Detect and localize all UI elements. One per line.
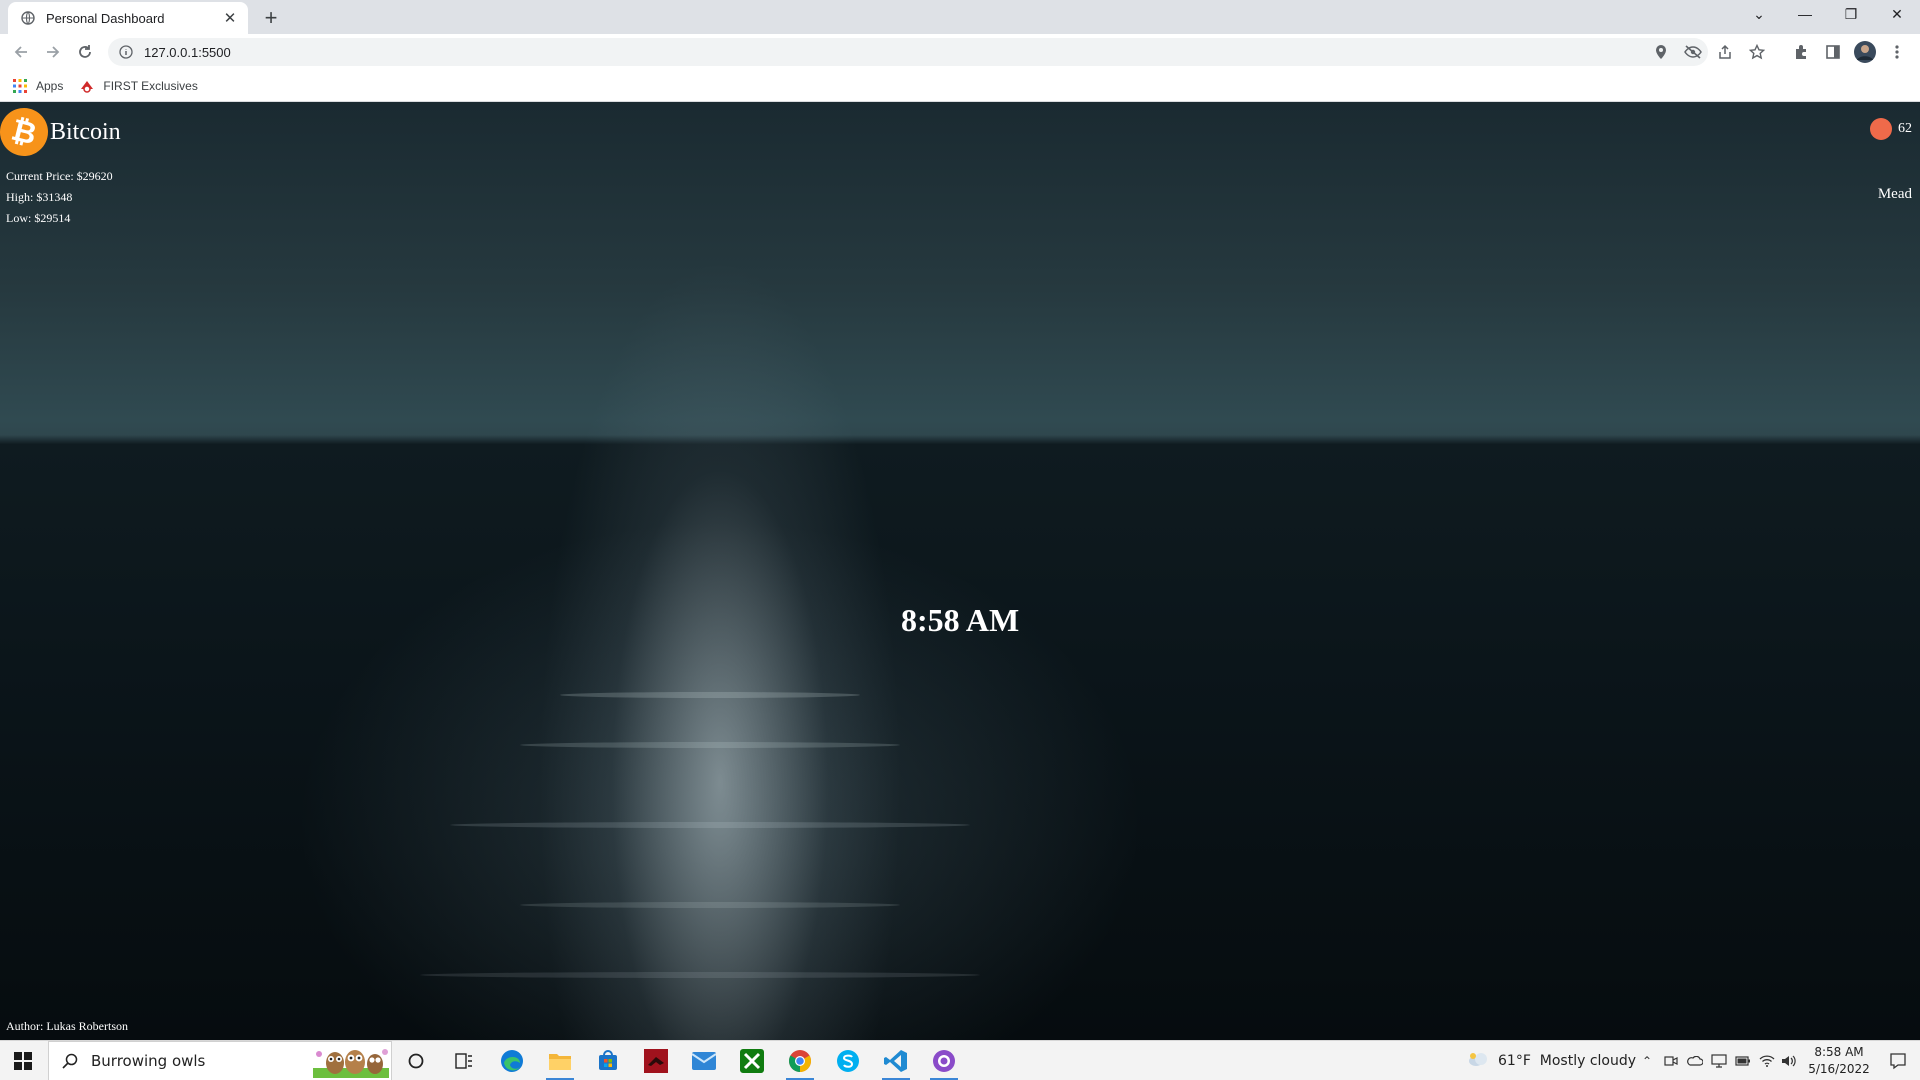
back-arrow-icon[interactable]: [8, 39, 34, 65]
bookmark-first-exclusives[interactable]: FIRST Exclusives: [79, 78, 198, 94]
chrome-icon[interactable]: [776, 1041, 824, 1080]
water-reflection: [450, 822, 970, 828]
edge-icon[interactable]: [488, 1041, 536, 1080]
taskbar-weather-text: 61°F Mostly cloudy: [1498, 1053, 1637, 1069]
price-high: High: $31348: [6, 190, 73, 204]
show-hidden-icons-chevron-icon[interactable]: ⌃: [1636, 1041, 1658, 1080]
search-text: Burrowing owls: [91, 1052, 206, 1070]
onedrive-cloud-icon[interactable]: [1684, 1041, 1706, 1080]
extensions-puzzle-icon[interactable]: [1788, 39, 1814, 65]
forward-arrow-icon[interactable]: [40, 39, 66, 65]
bookmark-label: FIRST Exclusives: [103, 78, 198, 93]
temperature: 62: [1898, 121, 1912, 136]
globe-icon: [20, 10, 36, 26]
close-window-icon[interactable]: ✕: [1874, 0, 1920, 28]
weather-city: Mead: [1877, 186, 1912, 202]
bookmark-label: Apps: [36, 78, 64, 93]
crypto-header: ₿ Bitcoin: [0, 102, 121, 162]
cortana-icon[interactable]: [392, 1041, 440, 1080]
crypto-stats: Current Price: $29620 High: $31348 Low: …: [6, 166, 113, 229]
chrome-menu-icon[interactable]: [1884, 39, 1910, 65]
water-reflection: [560, 692, 860, 698]
clock-date: 5/16/2022: [1808, 1062, 1870, 1076]
search-icon: [61, 1052, 79, 1070]
reload-icon[interactable]: [72, 39, 98, 65]
eye-off-icon[interactable]: [1680, 38, 1706, 66]
url-text: 127.0.0.1:5500: [144, 44, 231, 60]
bitcoin-logo-icon: ₿: [0, 102, 54, 162]
volume-icon[interactable]: [1778, 1041, 1800, 1080]
red-app-icon[interactable]: [632, 1041, 680, 1080]
task-view-icon[interactable]: [440, 1041, 488, 1080]
water-reflection: [520, 902, 900, 908]
author-credit: Author: Lukas Robertson: [6, 1019, 128, 1033]
tab-personal-dashboard[interactable]: Personal Dashboard ✕: [8, 2, 248, 34]
xbox-icon[interactable]: [728, 1041, 776, 1080]
taskbar: Burrowing owls 61°F Mostly cloudy ⌃ 8:58…: [0, 1040, 1920, 1080]
current-time: 8:58 AM: [901, 602, 1020, 638]
location-pin-icon[interactable]: [1648, 38, 1674, 66]
current-price: Current Price: $29620: [6, 169, 113, 183]
skype-icon[interactable]: [824, 1041, 872, 1080]
close-tab-icon[interactable]: ✕: [222, 10, 238, 27]
bookmark-star-icon[interactable]: [1744, 38, 1770, 66]
battery-icon[interactable]: [1732, 1041, 1754, 1080]
browser-toolbar: 127.0.0.1:5500: [0, 34, 1920, 70]
water-reflection: [420, 972, 980, 978]
github-desktop-icon[interactable]: [920, 1041, 968, 1080]
first-logo-icon: [79, 78, 95, 94]
vscode-icon[interactable]: [872, 1041, 920, 1080]
price-low: Low: $29514: [6, 211, 71, 225]
crypto-name: Bitcoin: [50, 118, 121, 145]
windows-start-icon[interactable]: [0, 1041, 46, 1080]
bookmark-apps[interactable]: Apps: [12, 78, 63, 94]
weather-widget: 62: [1870, 118, 1912, 140]
system-clock[interactable]: 8:58 AM 5/16/2022: [1804, 1044, 1874, 1078]
meet-now-icon[interactable]: [1660, 1041, 1682, 1080]
mail-icon[interactable]: [680, 1041, 728, 1080]
tab-title: Personal Dashboard: [46, 10, 165, 26]
apps-grid-icon: [12, 78, 28, 94]
address-bar[interactable]: 127.0.0.1:5500: [108, 38, 1765, 66]
restore-icon[interactable]: ❐: [1828, 0, 1874, 28]
side-panel-icon[interactable]: [1820, 39, 1846, 65]
burrowing-owls-illustration: [313, 1049, 389, 1078]
wifi-icon[interactable]: [1756, 1041, 1778, 1080]
tab-strip: Personal Dashboard ✕ + ⌄ — ❐ ✕: [0, 0, 1920, 34]
cloud-icon: [1468, 1052, 1488, 1070]
bookmarks-bar: Apps FIRST Exclusives: [0, 70, 1920, 102]
weather-sun-icon: [1870, 118, 1892, 140]
site-info-icon[interactable]: [118, 44, 134, 60]
dashboard-page: ₿ Bitcoin Current Price: $29620 High: $3…: [0, 102, 1920, 1040]
store-icon[interactable]: [584, 1041, 632, 1080]
taskbar-weather[interactable]: 61°F Mostly cloudy: [1468, 1041, 1636, 1080]
clock-time: 8:58 AM: [1814, 1045, 1864, 1059]
taskbar-search-box[interactable]: Burrowing owls: [48, 1041, 392, 1080]
display-icon[interactable]: [1708, 1041, 1730, 1080]
minimize-icon[interactable]: —: [1782, 0, 1828, 28]
water-reflection: [520, 742, 900, 748]
notification-center-icon[interactable]: [1876, 1041, 1920, 1080]
file-explorer-icon[interactable]: [536, 1041, 584, 1080]
tab-search-chevron-icon[interactable]: ⌄: [1736, 0, 1782, 28]
profile-avatar[interactable]: [1852, 39, 1878, 65]
share-icon[interactable]: [1712, 38, 1738, 66]
new-tab-button[interactable]: +: [258, 5, 284, 31]
